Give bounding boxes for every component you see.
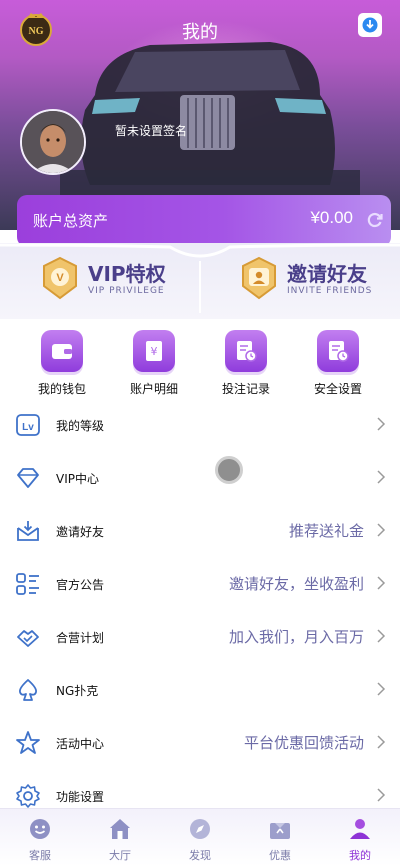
download-button[interactable] <box>358 13 382 37</box>
svg-text:Lv: Lv <box>22 422 34 433</box>
quick-action-ledger[interactable]: ¥ 账户明细 <box>114 330 194 397</box>
menu-item-label: 官方公告 <box>56 578 105 592</box>
chevron-right-icon <box>377 417 386 431</box>
tab-customer-service[interactable]: 客服 <box>0 809 80 866</box>
svg-text:¥: ¥ <box>151 345 158 358</box>
menu-item-activity-center[interactable]: 活动中心 平台优惠回馈活动 <box>0 716 400 769</box>
star-icon <box>16 731 40 754</box>
tab-mine[interactable]: 我的 <box>320 809 400 866</box>
chevron-right-icon <box>377 523 386 537</box>
chevron-right-icon <box>377 629 386 643</box>
invite-icon <box>17 521 39 541</box>
tab-label: 客服 <box>29 849 51 862</box>
avatar-image <box>22 111 84 173</box>
quick-action-label: 账户明细 <box>129 382 178 396</box>
announcement-icon <box>16 573 39 595</box>
menu-item-label: 我的等级 <box>56 419 105 433</box>
home-icon <box>110 819 130 839</box>
chevron-right-icon <box>377 470 386 484</box>
level-icon: Lv <box>16 414 40 436</box>
vip-medal-icon: V <box>43 256 77 300</box>
asset-value: ¥0.00 <box>310 208 353 227</box>
page-title: 我的 <box>182 22 218 43</box>
invite-subtitle: INVITE FRIENDS <box>287 286 373 296</box>
tab-label: 发现 <box>189 849 211 862</box>
menu-item-value: 加入我们，月入百万 <box>228 628 364 646</box>
download-icon <box>362 17 378 33</box>
vip-title: VIP特权 <box>88 262 166 286</box>
invite-medal-icon <box>242 256 276 300</box>
menu-item-ng-poker[interactable]: NG扑克 <box>0 663 400 716</box>
settings-icon <box>16 784 40 808</box>
chevron-right-icon <box>377 576 386 590</box>
menu-item-label: 邀请好友 <box>56 525 105 539</box>
gift-icon <box>270 823 290 839</box>
tab-label: 大厅 <box>109 849 131 862</box>
asset-card: 账户总资产 ¥0.00 <box>17 195 391 247</box>
menu-item-value: 邀请好友，坐收盈利 <box>228 575 364 593</box>
tab-label: 优惠 <box>269 849 291 862</box>
invite-title: 邀请好友 <box>287 262 367 286</box>
chevron-right-icon <box>377 735 386 749</box>
floating-assistive-button[interactable] <box>215 456 243 484</box>
refresh-icon[interactable] <box>366 211 384 229</box>
vip-subtitle: VIP PRIVILEGE <box>88 286 165 296</box>
menu-item-label: 合营计划 <box>56 631 105 645</box>
tab-discover[interactable]: 发现 <box>160 809 240 866</box>
bottom-tab-bar: 客服 大厅 发现 优惠 我的 <box>0 808 400 866</box>
wallet-icon <box>41 330 83 372</box>
security-icon <box>317 330 359 372</box>
tab-lobby[interactable]: 大厅 <box>80 809 160 866</box>
user-icon <box>350 819 370 839</box>
menu-item-invite[interactable]: 邀请好友 推荐送礼金 <box>0 504 400 557</box>
partner-icon <box>17 630 39 647</box>
menu-item-value: 平台优惠回馈活动 <box>243 734 364 752</box>
quick-action-label: 投注记录 <box>221 382 270 396</box>
tab-label: 我的 <box>349 849 371 862</box>
customer-service-icon <box>30 819 50 839</box>
menu-item-vip-center[interactable]: VIP中心 <box>0 451 400 504</box>
avatar[interactable] <box>20 109 86 175</box>
chevron-right-icon <box>377 788 386 802</box>
ledger-icon: ¥ <box>133 330 175 372</box>
quick-action-security[interactable]: 安全设置 <box>298 330 378 397</box>
vip-privilege-card[interactable]: V VIP特权 VIP PRIVILEGE <box>38 256 188 306</box>
bet-record-icon <box>225 330 267 372</box>
menu-item-label: 功能设置 <box>56 790 105 804</box>
menu-item-value: 推荐送礼金 <box>288 522 364 540</box>
menu-item-label: VIP中心 <box>56 472 99 486</box>
quick-action-wallet[interactable]: 我的钱包 <box>22 330 102 397</box>
menu-item-announcement[interactable]: 官方公告 邀请好友，坐收盈利 <box>0 557 400 610</box>
invite-friends-card[interactable]: 邀请好友 INVITE FRIENDS <box>237 256 387 306</box>
quick-action-label: 安全设置 <box>313 382 362 396</box>
spade-icon <box>19 679 37 701</box>
diamond-icon <box>17 468 39 488</box>
menu-item-level[interactable]: Lv 我的等级 <box>0 398 400 451</box>
profile-signature[interactable]: 暂未设置签名 <box>115 122 187 139</box>
chevron-right-icon <box>377 682 386 696</box>
compass-icon <box>190 819 210 839</box>
quick-action-label: 我的钱包 <box>37 382 86 396</box>
svg-text:V: V <box>56 272 64 284</box>
menu-item-label: NG扑克 <box>56 684 99 698</box>
asset-label: 账户总资产 <box>33 212 109 230</box>
promo-strip: V VIP特权 VIP PRIVILEGE 邀请好友 INVITE FRIEND… <box>0 243 400 319</box>
menu-item-label: 活动中心 <box>56 737 105 751</box>
tab-promotions[interactable]: 优惠 <box>240 809 320 866</box>
quick-actions: 我的钱包 ¥ 账户明细 投注记录 安全设置 <box>0 330 400 396</box>
menu-item-partner[interactable]: 合营计划 加入我们，月入百万 <box>0 610 400 663</box>
quick-action-bet-record[interactable]: 投注记录 <box>206 330 286 397</box>
